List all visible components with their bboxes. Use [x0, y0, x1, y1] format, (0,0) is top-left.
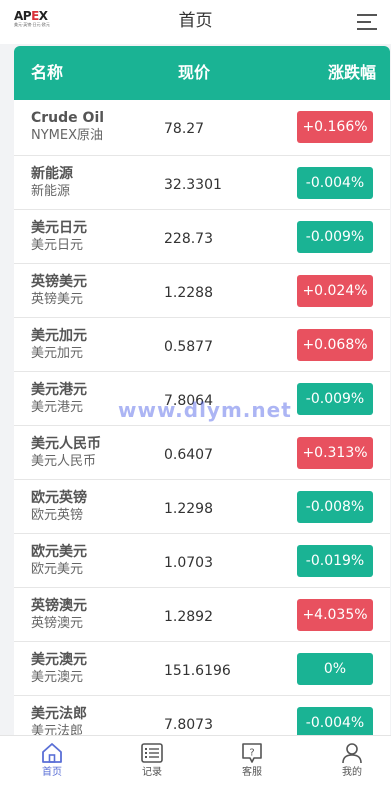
instrument-subname: 欧元英镑	[31, 508, 84, 523]
market-row[interactable]: 美元人民币 美元人民币 0.6407 +0.313%	[14, 426, 390, 480]
instrument-subname: 美元加元	[31, 346, 84, 361]
instrument-price: 151.6196	[164, 663, 231, 679]
change-badge: -0.009%	[297, 221, 373, 253]
instrument-name: 欧元英镑	[31, 490, 87, 506]
tab-home-label: 首页	[42, 767, 62, 778]
instrument-name: 英镑澳元	[31, 598, 87, 614]
instrument-subname: 欧元美元	[31, 562, 84, 577]
user-icon	[342, 743, 362, 764]
change-badge: -0.008%	[297, 491, 373, 523]
change-badge: 0%	[297, 653, 373, 685]
instrument-subname: 英镑美元	[31, 292, 84, 307]
change-badge: +0.024%	[297, 275, 373, 307]
tab-support[interactable]: ? 客服	[222, 742, 282, 780]
instrument-price: 7.8073	[164, 717, 213, 733]
instrument-name: 美元澳元	[31, 652, 87, 668]
tab-records[interactable]: 记录	[122, 742, 182, 780]
tab-records-label: 记录	[142, 767, 162, 778]
market-rows: Crude Oil NYMEX原油 78.27 +0.166% 新能源 新能源 32.330…	[14, 100, 390, 736]
instrument-subname: 美元澳元	[31, 670, 84, 685]
change-badge: -0.004%	[297, 167, 373, 199]
menu-button[interactable]	[355, 10, 379, 34]
page-title: 首页	[178, 11, 213, 31]
change-badge: +0.166%	[297, 111, 373, 143]
tab-support-label: 客服	[242, 767, 262, 778]
instrument-price: 0.6407	[164, 447, 213, 463]
tab-profile[interactable]: 我的	[322, 742, 382, 780]
tab-home[interactable]: 首页	[22, 742, 82, 780]
instrument-name: 美元日元	[31, 220, 87, 236]
change-badge: -0.009%	[297, 383, 373, 415]
instrument-price: 0.5877	[164, 339, 213, 355]
column-header-name: 名称	[31, 63, 64, 82]
instrument-price: 1.2892	[164, 609, 213, 625]
column-header-price: 现价	[178, 63, 211, 82]
market-row[interactable]: 英镑美元 英镑美元 1.2288 +0.024%	[14, 264, 390, 318]
table-header: 名称 现价 涨跌幅	[14, 46, 390, 100]
change-badge: -0.004%	[297, 707, 373, 736]
instrument-price: 7.8064	[164, 393, 213, 409]
instrument-price: 1.2288	[164, 285, 213, 301]
instrument-subname: 美元人民币	[31, 454, 97, 469]
instrument-name: 欧元美元	[31, 544, 87, 560]
instrument-name: 美元人民币	[31, 436, 101, 452]
tab-profile-label: 我的	[342, 767, 362, 778]
instrument-name: 英镑美元	[31, 274, 87, 290]
change-badge: +0.313%	[297, 437, 373, 469]
instrument-subname: 美元港元	[31, 400, 84, 415]
market-row[interactable]: 英镑澳元 英镑澳元 1.2892 +4.035%	[14, 588, 390, 642]
market-row[interactable]: 欧元美元 欧元美元 1.0703 -0.019%	[14, 534, 390, 588]
market-row[interactable]: 美元加元 美元加元 0.5877 +0.068%	[14, 318, 390, 372]
home-icon	[42, 743, 62, 763]
instrument-price: 78.27	[164, 121, 205, 137]
instrument-name: 美元港元	[31, 382, 87, 398]
market-row[interactable]: 美元法郎 美元法郎 7.8073 -0.004%	[14, 696, 390, 736]
market-table-card: 名称 现价 涨跌幅 Crude Oil NYMEX原油 78.27 +0.166% 新能…	[14, 46, 390, 736]
instrument-name: 美元加元	[31, 328, 87, 344]
list-icon	[141, 743, 163, 763]
instrument-name: 新能源	[31, 166, 73, 182]
instrument-price: 1.0703	[164, 555, 213, 571]
instrument-name: 美元法郎	[31, 706, 87, 722]
change-badge: +0.068%	[297, 329, 373, 361]
market-row[interactable]: 美元日元 美元日元 228.73 -0.009%	[14, 210, 390, 264]
column-header-change: 涨跌幅	[327, 63, 376, 82]
market-row[interactable]: 美元澳元 美元澳元 151.6196 0%	[14, 642, 390, 696]
market-row[interactable]: 欧元英镑 欧元英镑 1.2298 -0.008%	[14, 480, 390, 534]
bottom-tab-bar: 首页 记录 ? 客服 我的	[0, 735, 391, 791]
instrument-price: 1.2298	[164, 501, 213, 517]
menu-icon	[357, 14, 377, 30]
instrument-subname: 新能源	[31, 184, 71, 199]
instrument-name: Crude Oil	[31, 110, 105, 126]
app-header: APEX 美元·英镑·日元·欧元 首页	[0, 0, 391, 44]
svg-text:?: ?	[249, 748, 254, 759]
instrument-subname: NYMEX原油	[31, 128, 104, 143]
instrument-subname: 英镑澳元	[31, 616, 84, 631]
instrument-price: 32.3301	[164, 177, 222, 193]
instrument-subname: 美元日元	[31, 238, 84, 253]
market-row[interactable]: Crude Oil NYMEX原油 78.27 +0.166%	[14, 100, 390, 156]
instrument-price: 228.73	[164, 231, 213, 247]
change-badge: +4.035%	[297, 599, 373, 631]
help-chat-icon: ?	[242, 743, 262, 763]
market-row[interactable]: 美元港元 美元港元 7.8064 -0.009%	[14, 372, 390, 426]
change-badge: -0.019%	[297, 545, 373, 577]
market-row[interactable]: 新能源 新能源 32.3301 -0.004%	[14, 156, 390, 210]
